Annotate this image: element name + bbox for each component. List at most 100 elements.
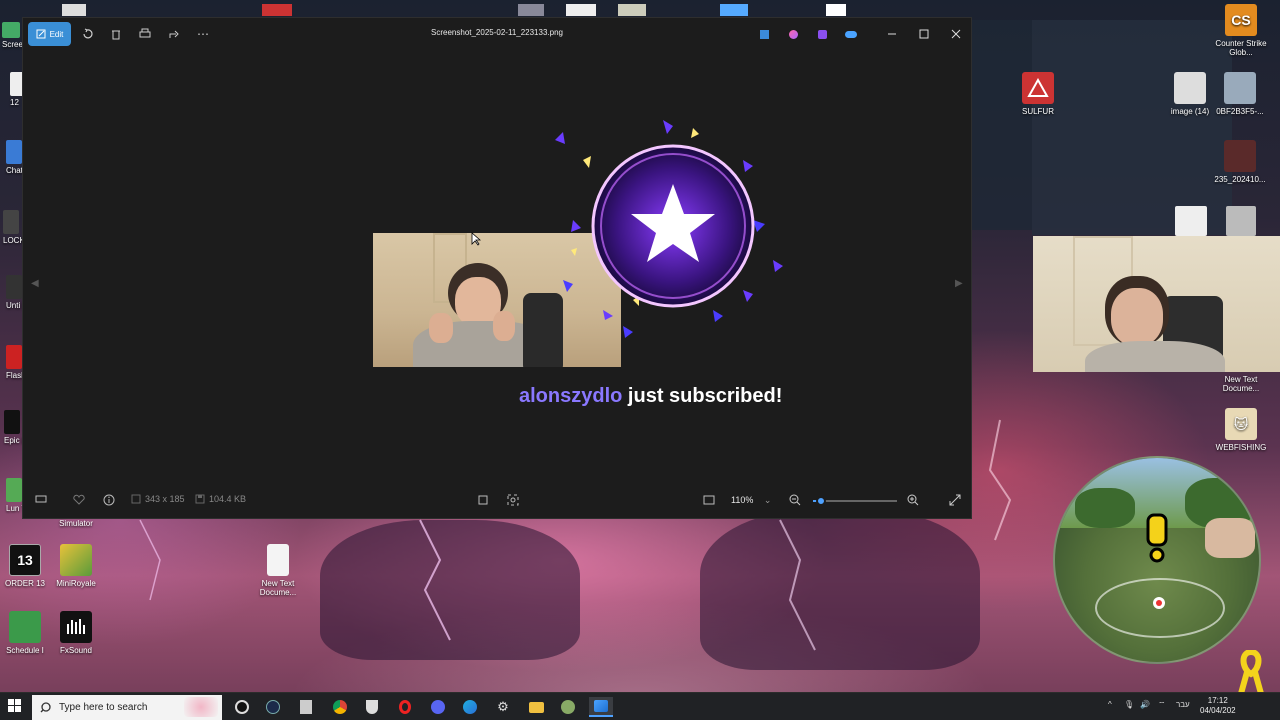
game-minimap — [1053, 456, 1261, 664]
photos-app-window[interactable]: Edit ⋯ Screenshot_2025-02-11_223133.png — [22, 17, 972, 519]
zoom-out-icon — [789, 494, 801, 506]
desktop-icon-sulfur[interactable]: SULFUR — [1006, 72, 1070, 116]
zoom-in-button[interactable] — [907, 494, 919, 506]
minimize-button[interactable] — [881, 24, 903, 44]
edit-with-designer-icon[interactable] — [756, 26, 772, 42]
counter-strike-icon: CS — [1225, 4, 1257, 36]
subscriber-username: alonszydlo — [519, 385, 623, 407]
favorite-button[interactable] — [73, 494, 85, 506]
image-thumbnail-icon — [1224, 140, 1256, 172]
streamer-webcam-overlay — [1033, 236, 1280, 372]
shield-icon — [366, 700, 378, 714]
opera-icon — [399, 700, 411, 714]
window-titlebar[interactable]: Edit ⋯ Screenshot_2025-02-11_223133.png — [23, 18, 971, 50]
file-size: 104.4 KB — [195, 494, 246, 504]
taskbar-app-game[interactable] — [557, 697, 579, 717]
maximize-icon — [919, 29, 929, 39]
zoom-out-button[interactable] — [789, 494, 801, 506]
subscription-alert-text: alonszydlo just subscribed! — [519, 385, 782, 408]
clipchamp-icon[interactable] — [814, 26, 830, 42]
image-dimensions: 343 x 185 — [131, 494, 185, 504]
taskbar-app-file-explorer[interactable] — [525, 697, 547, 717]
taskbar-app-opera[interactable] — [394, 697, 416, 717]
close-icon — [951, 29, 961, 39]
subscription-message: just subscribed! — [627, 385, 783, 407]
copilot-icon[interactable] — [785, 26, 801, 42]
zoom-slider[interactable] — [813, 496, 897, 506]
folder-icon — [528, 701, 544, 713]
quest-exclamation-icon — [1146, 513, 1168, 563]
desktop-icon-fxsound[interactable]: FxSound — [44, 611, 108, 655]
taskbar-app-obs[interactable] — [231, 697, 253, 717]
image-canvas[interactable]: ◀ ▶ alonszydlo just subscribed! — [23, 50, 971, 502]
discord-icon — [431, 700, 445, 714]
fullscreen-button[interactable] — [949, 494, 961, 506]
microphone-icon[interactable]: 🎙 — [1124, 700, 1134, 709]
taskbar-app-discord[interactable] — [427, 697, 449, 717]
taskbar-app-shield[interactable] — [361, 697, 383, 717]
volume-icon[interactable]: 🔊 — [1140, 700, 1150, 709]
game-icon — [561, 700, 575, 714]
expand-icon — [949, 494, 961, 506]
taskbar-app-steam[interactable] — [262, 697, 284, 717]
windows-taskbar: Type here to search ⚙ ^ 🎙 🔊 ⌔ עבר 17:12 — [0, 692, 1280, 720]
previous-image-arrow[interactable]: ◀ — [31, 278, 39, 289]
network-icon[interactable]: ⌔ — [1158, 700, 1166, 710]
close-button[interactable] — [945, 24, 967, 44]
system-clock[interactable]: 17:12 04/04/202 — [1200, 696, 1236, 717]
schedule-icon — [9, 611, 41, 643]
image-size-icon — [131, 494, 141, 504]
desktop-icon-235[interactable]: 235_202410... — [1208, 140, 1272, 184]
taskbar-search-box[interactable]: Type here to search — [32, 695, 222, 720]
actual-size-button[interactable] — [703, 494, 715, 506]
zoom-level-dropdown[interactable]: 110% ⌄ — [731, 495, 771, 506]
fit-to-window-button[interactable] — [477, 494, 489, 506]
taskbar-app-chrome[interactable] — [329, 697, 351, 717]
visual-search-button[interactable] — [507, 494, 519, 506]
desktop-icon-chat[interactable]: Chat — [6, 140, 23, 175]
zoom-slider-thumb[interactable] — [816, 496, 827, 506]
mouse-cursor-icon — [471, 232, 481, 246]
desktop-icon-counter-strike[interactable]: CS Counter Strike Glob... — [1209, 4, 1273, 57]
maximize-button[interactable] — [913, 24, 935, 44]
desktop-icon-simulator[interactable]: Simulator — [44, 519, 108, 528]
start-button[interactable] — [8, 699, 22, 718]
image-thumbnail-icon — [1224, 72, 1256, 104]
chevron-down-icon: ⌄ — [763, 495, 772, 505]
obs-icon — [235, 700, 249, 714]
player-marker-icon — [1153, 597, 1165, 609]
webfishing-icon: 🐱 — [1225, 408, 1257, 440]
taskbar-app-edge[interactable] — [459, 697, 481, 717]
gear-icon: ⚙ — [497, 699, 509, 714]
desktop-icon-miniroyale[interactable]: MiniRoyale — [44, 544, 108, 588]
desktop-icon-0bf2b3f5[interactable]: 0BF2B3F5-... — [1208, 72, 1272, 116]
minimize-icon — [888, 33, 896, 35]
actual-size-icon — [703, 495, 715, 505]
photos-bottom-bar: 343 x 185 104.4 KB 110% ⌄ — [23, 484, 971, 518]
order13-icon: 13 — [9, 544, 41, 576]
taskbar-app-settings[interactable]: ⚙ — [492, 697, 514, 717]
desktop-icon-new-text-doc-right[interactable]: New Text Docume... — [1209, 375, 1273, 393]
show-hidden-icons-button[interactable]: ^ — [1108, 700, 1112, 709]
subscribe-star-badge — [555, 120, 783, 338]
taskbar-app-photos[interactable] — [589, 697, 613, 717]
desktop-icon-thumb-gray[interactable] — [1226, 206, 1256, 236]
next-image-arrow[interactable]: ▶ — [955, 278, 963, 289]
desktop-icon-new-text-doc[interactable]: New Text Docume... — [246, 544, 310, 597]
zoom-in-icon — [907, 494, 919, 506]
windows-logo-icon — [8, 699, 21, 712]
app-icon — [300, 700, 312, 714]
filmstrip-toggle[interactable] — [35, 494, 47, 504]
taskbar-app-file[interactable] — [295, 697, 317, 717]
miniroyale-icon — [60, 544, 92, 576]
desktop-icon-thumb-red[interactable] — [1175, 206, 1207, 236]
scan-icon — [507, 494, 519, 506]
desktop-icon-webfishing[interactable]: 🐱 WEBFISHING — [1209, 408, 1273, 452]
onedrive-icon[interactable] — [843, 26, 859, 42]
input-language[interactable]: עבר — [1176, 700, 1190, 709]
image-thumbnail-icon — [1174, 72, 1206, 104]
file-info-button[interactable] — [103, 494, 115, 506]
chrome-icon — [333, 700, 347, 714]
info-icon — [103, 494, 115, 506]
heart-icon — [73, 494, 85, 505]
